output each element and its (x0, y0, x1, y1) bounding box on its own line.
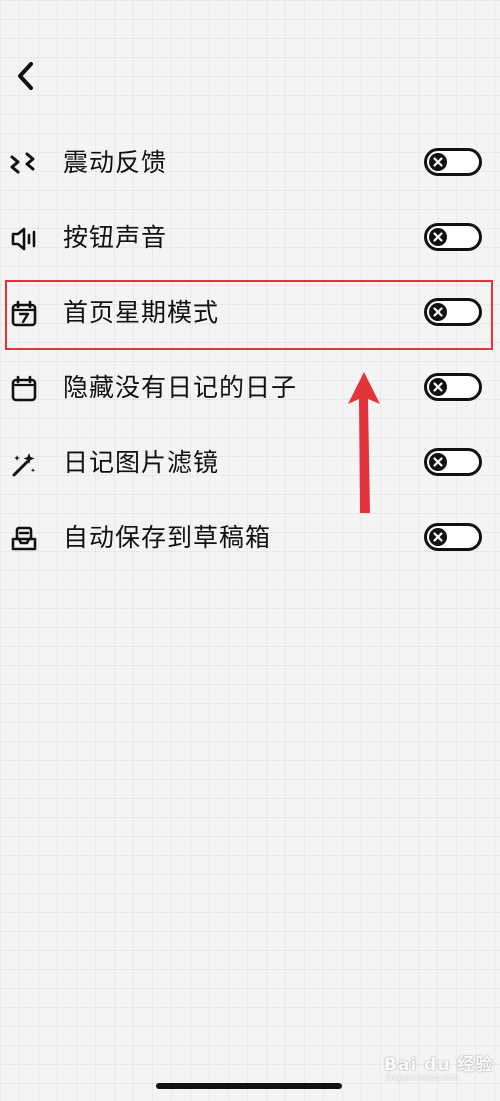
setting-row-button-sound[interactable]: 按钮声音 (0, 213, 500, 263)
speaker-icon (11, 227, 36, 251)
autosave-drafts-toggle[interactable] (424, 523, 482, 551)
setting-row-hide-empty-days[interactable]: 隐藏没有日记的日子 (0, 363, 500, 413)
setting-label-image-filter: 日记图片滤镜 (63, 448, 220, 477)
watermark-subtext: jingyan.baidu.com (386, 1073, 460, 1082)
setting-row-autosave-drafts[interactable]: 自动保存到草稿箱 (0, 513, 500, 563)
vibration-icon (10, 152, 35, 174)
baidu-jingyan-watermark: Bai du 经验 jingyan.baidu.com (384, 1046, 494, 1090)
setting-row-image-filter[interactable]: 日记图片滤镜 (0, 438, 500, 488)
hide-empty-days-toggle[interactable] (424, 373, 482, 401)
inbox-tray-icon (11, 526, 37, 551)
button-sound-toggle[interactable] (424, 223, 482, 251)
watermark-text: Bai du 经验 (384, 1055, 494, 1075)
magic-wand-icon (12, 453, 36, 477)
vibration-toggle[interactable] (424, 148, 482, 176)
back-arrow-icon[interactable] (8, 54, 48, 98)
home-indicator[interactable] (156, 1083, 342, 1089)
image-filter-toggle[interactable] (424, 448, 482, 476)
setting-label-autosave-drafts: 自动保存到草稿箱 (63, 523, 272, 552)
setting-label-hide-empty-days: 隐藏没有日记的日子 (63, 373, 298, 402)
calendar-icon (11, 375, 37, 402)
setting-row-vibration[interactable]: 震动反馈 (0, 138, 500, 188)
setting-label-button-sound: 按钮声音 (63, 223, 168, 252)
annotation-arrow-icon (348, 372, 380, 513)
setting-label-vibration: 震动反馈 (63, 148, 168, 177)
annotation-highlight-box (5, 280, 493, 350)
